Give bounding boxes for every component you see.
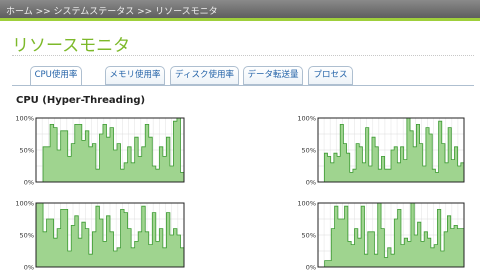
title-divider [12, 55, 474, 56]
y-tick-label: 100% [15, 200, 34, 208]
y-tick-label: 100% [297, 200, 316, 208]
cpu-chart-4: 100% 50% 0% [297, 200, 465, 272]
section-title: CPU (Hyper-Threading) [16, 95, 146, 106]
tab-memory-usage[interactable]: メモリ使用率 [105, 66, 165, 85]
y-tick-label: 100% [15, 115, 34, 123]
tab-bar: CPU使用率 メモリ使用率 ディスク使用率 データ転送量 プロセス [0, 66, 480, 86]
y-tick-label: 0% [24, 264, 34, 272]
y-tick-label: 0% [24, 179, 34, 187]
page-title: リソースモニタ [12, 36, 131, 56]
tab-disk-usage[interactable]: ディスク使用率 [170, 66, 239, 85]
y-tick-label: 50% [302, 232, 316, 240]
y-tick-label: 50% [302, 147, 316, 155]
y-tick-label: 0% [306, 179, 316, 187]
y-tick-label: 50% [20, 232, 34, 240]
y-tick-label: 0% [306, 264, 316, 272]
top-bar: ホーム >> システムステータス >> リソースモニタ [0, 0, 480, 21]
cpu-chart-3: 100% 50% 0% [15, 200, 185, 272]
tab-underline [12, 85, 474, 86]
cpu-chart-1: 100% 50% 0% [15, 115, 185, 187]
cpu-chart-2: 100% 50% 0% [297, 115, 465, 187]
tab-cpu-usage[interactable]: CPU使用率 [30, 66, 82, 86]
breadcrumb[interactable]: ホーム >> システムステータス >> リソースモニタ [6, 4, 218, 17]
y-tick-label: 100% [297, 115, 316, 123]
tab-data-transfer[interactable]: データ転送量 [243, 66, 303, 85]
tab-process[interactable]: プロセス [308, 66, 353, 85]
y-tick-label: 50% [20, 147, 34, 155]
